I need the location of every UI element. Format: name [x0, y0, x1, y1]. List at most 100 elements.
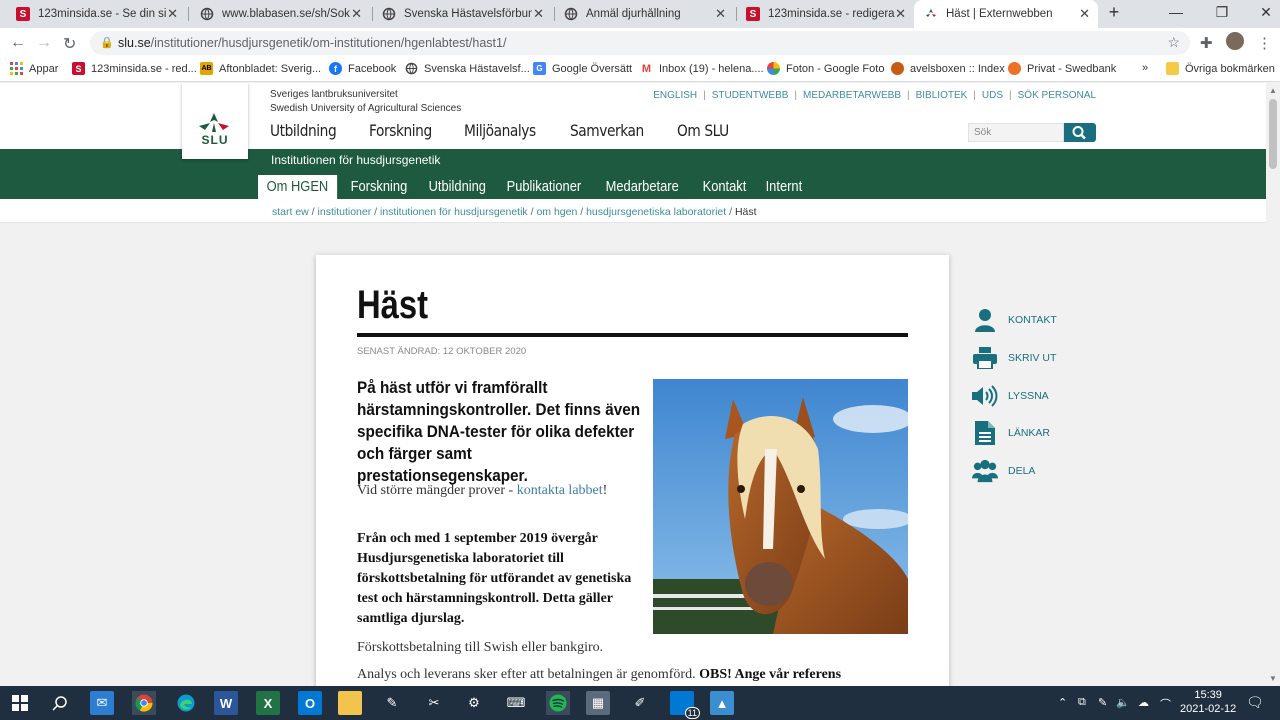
extensions-icon[interactable]: ✚	[1200, 34, 1213, 52]
scrollbar-thumb[interactable]	[1269, 99, 1277, 169]
sidebar-lyssna[interactable]: LYSSNA	[972, 383, 1049, 409]
volume-icon[interactable]: 🔈	[1116, 696, 1130, 709]
close-icon[interactable]: ✕	[715, 6, 726, 22]
toplink-sok-personal[interactable]: SÖK PERSONAL	[1018, 90, 1096, 101]
chevron-up-icon[interactable]: ⌃	[1058, 696, 1067, 709]
close-window-icon[interactable]: ✕	[1256, 4, 1276, 21]
file-explorer-icon[interactable]	[338, 691, 362, 715]
cloud-icon[interactable]: ☁	[1138, 696, 1149, 709]
kontakta-labbet-link[interactable]: kontakta labbet	[517, 483, 603, 498]
paint-icon[interactable]: ✎	[380, 691, 404, 715]
mail-icon[interactable]: ✉	[90, 691, 114, 715]
address-bar[interactable]: 🔒 slu.se/institutioner/husdjursgenetik/o…	[90, 31, 1190, 55]
facebook-icon: f	[329, 62, 342, 75]
nav-samverkan[interactable]: Samverkan	[570, 121, 644, 140]
tab-anmal[interactable]: Anmäl djurhållning ✕	[554, 0, 734, 28]
excel-icon[interactable]: X	[256, 691, 280, 715]
chrome-icon[interactable]	[132, 691, 156, 715]
outlook-icon[interactable]: O	[298, 691, 322, 715]
network-icon[interactable]: ⧉	[1078, 696, 1086, 709]
avatar[interactable]	[1226, 32, 1244, 50]
bookmark-photos[interactable]: Foton - Google Foto	[767, 62, 884, 75]
sidebar-kontakt[interactable]: KONTAKT	[972, 307, 1057, 333]
subnav-publikationer[interactable]: Publikationer	[498, 175, 590, 199]
toplink-english[interactable]: ENGLISH	[653, 90, 697, 101]
subnav-om-hgen[interactable]: Om HGEN	[258, 175, 337, 199]
photos-app-icon[interactable]: ▲	[710, 691, 734, 715]
settings-icon[interactable]: ⚙	[462, 691, 486, 715]
close-icon[interactable]: ✕	[351, 6, 362, 22]
restore-icon[interactable]: ❐	[1212, 4, 1232, 21]
menu-icon[interactable]: ⋮	[1257, 34, 1272, 52]
wifi-icon[interactable]: ⌒	[1160, 696, 1171, 712]
nav-om-slu[interactable]: Om SLU	[677, 121, 729, 140]
breadcrumb-institutionen[interactable]: institutionen för husdjursgenetik	[380, 206, 528, 218]
nav-utbildning[interactable]: Utbildning	[270, 121, 337, 140]
word-icon[interactable]: W	[214, 691, 238, 715]
department-name[interactable]: Institutionen för husdjursgenetik	[271, 153, 440, 167]
nav-forskning[interactable]: Forskning	[369, 121, 432, 140]
back-icon[interactable]: ←	[10, 34, 26, 52]
app-icon[interactable]: 11	[670, 691, 700, 719]
bookmark-translate[interactable]: G Google Översätt	[533, 62, 632, 75]
sidebar-dela[interactable]: DELA	[972, 458, 1035, 484]
toplink-bibliotek[interactable]: BIBLIOTEK	[916, 90, 968, 101]
subnav-utbildning[interactable]: Utbildning	[420, 175, 495, 199]
bookmark-avelsboxen[interactable]: avelsboxen :: Index	[891, 62, 1005, 75]
notes-icon[interactable]: ✐	[628, 691, 652, 715]
close-icon[interactable]: ✕	[895, 6, 906, 22]
scroll-up-icon[interactable]: ▲	[1269, 86, 1277, 95]
subnav-medarbetare[interactable]: Medarbetare	[597, 175, 687, 199]
slu-logo[interactable]: SLU	[182, 83, 248, 159]
tab-123minsida[interactable]: S 123minsida.se - Se din sida ✕	[6, 0, 186, 28]
minimize-icon[interactable]: —	[1166, 4, 1186, 20]
breadcrumb-laboratoriet[interactable]: husdjursgenetiska laboratoriet	[586, 206, 726, 218]
sidebar-lankar[interactable]: LÄNKAR	[972, 420, 1050, 446]
search-input[interactable]: Sök	[968, 123, 1064, 142]
pen-icon[interactable]: ✎	[1098, 696, 1107, 709]
star-icon[interactable]: ☆	[1167, 34, 1180, 51]
forward-icon[interactable]: →	[36, 34, 52, 52]
bookmark-aftonbladet[interactable]: AB Aftonbladet: Sverig...	[200, 62, 321, 75]
new-tab-button[interactable]: +	[1104, 2, 1124, 23]
tab-123minsida-redigera[interactable]: S 123minsida.se - redigera ✕	[736, 0, 914, 28]
scroll-down-icon[interactable]: ▼	[1269, 674, 1277, 683]
close-icon[interactable]: ✕	[533, 6, 544, 22]
calculator-icon[interactable]: ▦	[586, 691, 610, 715]
bookmark-swedbank[interactable]: Privat - Swedbank	[1008, 62, 1116, 75]
subnav-kontakt[interactable]: Kontakt	[694, 175, 755, 199]
subnav-internt[interactable]: Internt	[757, 175, 811, 199]
page-scrollbar[interactable]: ▲ ▼	[1266, 83, 1280, 686]
bookmarks-more[interactable]: »	[1142, 62, 1148, 74]
bookmark-gmail[interactable]: M Inbox (19) - helena....	[640, 62, 764, 75]
breadcrumb-om-hgen[interactable]: om hgen	[536, 206, 577, 218]
bookmark-hastavel[interactable]: Svenska Hästavelsf...	[405, 62, 530, 75]
keyboard-icon[interactable]: ⌨	[504, 691, 528, 715]
spotify-icon[interactable]	[546, 691, 570, 715]
edge-icon[interactable]	[174, 691, 198, 715]
subnav-forskning[interactable]: Forskning	[342, 175, 416, 199]
toplink-medarbetarwebb[interactable]: MEDARBETARWEBB	[803, 90, 901, 101]
bookmark-appar[interactable]: Appar	[10, 62, 58, 75]
close-icon[interactable]: ✕	[1079, 6, 1090, 22]
tab-blabasen[interactable]: www.blabasen.se/sh/SokHast ✕	[190, 0, 370, 28]
tab-hastavel[interactable]: Svenska Hästavelsförbundet ✕	[372, 0, 552, 28]
notifications-icon[interactable]: 🗨	[1246, 694, 1264, 711]
breadcrumb-institutioner[interactable]: institutioner	[318, 206, 372, 218]
system-clock[interactable]: 15:39 2021-02-12	[1180, 688, 1236, 716]
snip-icon[interactable]: ✂	[422, 691, 446, 715]
toplink-studentwebb[interactable]: STUDENTWEBB	[712, 90, 789, 101]
windows-start-icon[interactable]	[8, 691, 32, 715]
reload-icon[interactable]: ↻	[63, 34, 76, 54]
sidebar-skriv-ut[interactable]: SKRIV UT	[972, 345, 1056, 371]
bookmark-facebook[interactable]: f Facebook	[329, 62, 396, 75]
search-icon[interactable]	[48, 691, 72, 715]
toplink-uds[interactable]: UDS	[982, 90, 1003, 101]
breadcrumb-start[interactable]: start ew	[272, 206, 309, 218]
close-icon[interactable]: ✕	[167, 6, 178, 22]
search-button[interactable]	[1064, 123, 1096, 142]
nav-miljoanalys[interactable]: Miljöanalys	[464, 121, 536, 140]
bookmark-123minsida[interactable]: S 123minsida.se - red...	[72, 62, 197, 75]
bookmark-other[interactable]: Övriga bokmärken	[1166, 62, 1275, 75]
tab-hast-active[interactable]: Häst | Externwebben ✕	[914, 0, 1098, 28]
